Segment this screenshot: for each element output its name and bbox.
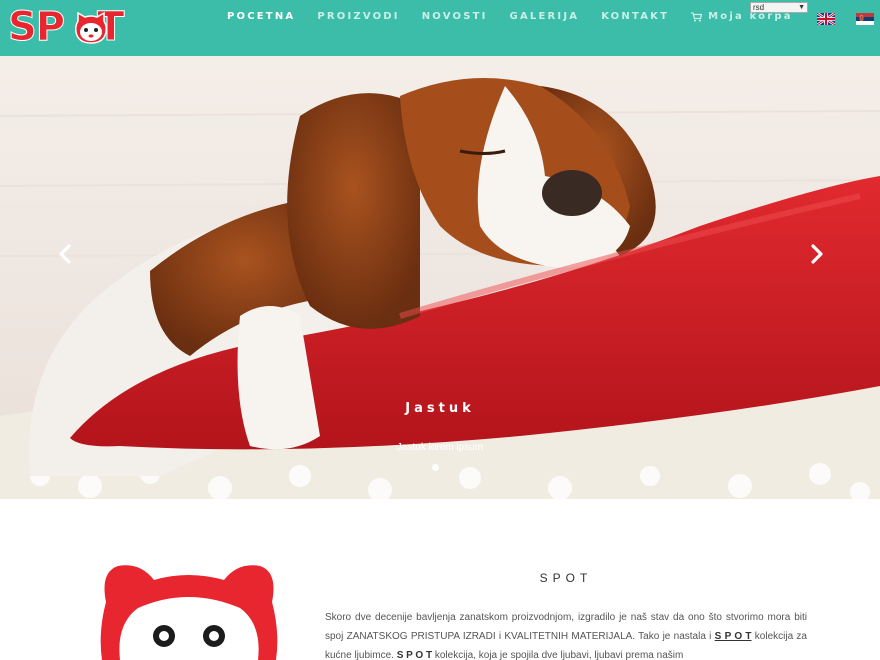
serbian-flag-icon[interactable] (856, 13, 874, 25)
hero-slider: Jastuk Jastuk lorem ipsum (0, 56, 880, 499)
currency-value: rsd (753, 3, 765, 12)
cat-face-icon (75, 11, 107, 44)
slider-dot-1[interactable] (432, 464, 439, 471)
spot-mascot-logo (100, 565, 278, 660)
spot-brand-2: S P O T (396, 650, 433, 660)
slide-subtitle: Jastuk lorem ipsum (396, 442, 484, 453)
nav-kontakt[interactable]: KONTAKT (601, 11, 669, 22)
about-text-3: kolekcija, koja je spojila dve ljubavi, … (432, 650, 684, 660)
hero-image (0, 56, 880, 499)
chevron-down-icon: ▼ (798, 4, 805, 11)
slider-dots (432, 464, 439, 471)
chevron-left-icon[interactable] (54, 242, 78, 266)
spot-logo[interactable]: SPOT (7, 3, 132, 51)
spot-link-1[interactable]: S P O T (715, 631, 752, 642)
nav-novosti[interactable]: NOVOSTI (422, 11, 488, 22)
about-heading: SPOT (539, 571, 593, 585)
nav-pocetna[interactable]: POCETNA (227, 11, 295, 22)
english-flag-icon[interactable] (817, 13, 835, 25)
cart-icon (691, 11, 703, 22)
chevron-right-icon[interactable] (804, 242, 828, 266)
top-header: SPOT POCETNA PROIZVODI NOVOSTI GALERIJA … (0, 0, 880, 56)
nav-proizvodi[interactable]: PROIZVODI (317, 11, 399, 22)
about-paragraph: Skoro dve decenije bavljenja zanatskom p… (325, 608, 807, 660)
nav-galerija[interactable]: GALERIJA (510, 11, 580, 22)
main-nav: POCETNA PROIZVODI NOVOSTI GALERIJA KONTA… (227, 11, 815, 22)
slide-title: Jastuk (405, 401, 475, 416)
currency-select[interactable]: rsd ▼ (750, 2, 808, 13)
